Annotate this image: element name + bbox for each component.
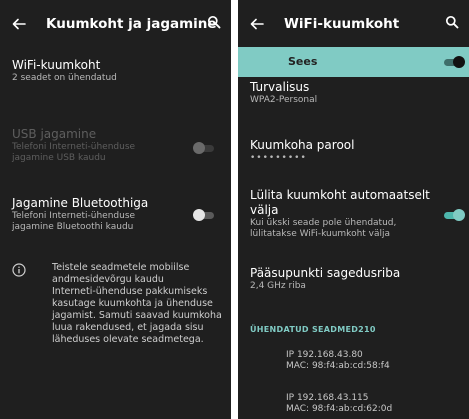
master-switch-thumb — [453, 56, 465, 68]
security-value: WPA2-Personal — [250, 95, 318, 105]
info-line: jagamist. Samuti saavad kuumkoha — [52, 310, 222, 321]
hotspot-password-item[interactable]: Kuumkoha parool ••••••••• — [238, 138, 469, 164]
bluetooth-tethering-subtitle-line-1: Telefoni Interneti-ühenduse — [12, 211, 136, 221]
wifi-hotspot-subtitle: 2 seadet on ühendatud — [12, 73, 117, 83]
security-title: Turvalisus — [250, 80, 310, 94]
bluetooth-tethering-title: Jagamine Bluetoothiga — [12, 196, 149, 210]
search-icon[interactable] — [207, 14, 225, 32]
wifi-hotspot-screen: WiFi-kuumkoht Sees Turvalisus WPA2-Perso… — [238, 0, 469, 419]
bluetooth-tethering-switch[interactable] — [193, 209, 215, 221]
page-title: Kuumkoht ja jagamine — [46, 15, 217, 32]
usb-tethering-subtitle-line-1: Telefoni Interneti-ühenduse — [12, 142, 136, 152]
usb-tethering-item: USB jagamine Telefoni Interneti-ühenduse… — [0, 127, 231, 164]
frequency-band-value: 2,4 GHz riba — [250, 281, 306, 291]
back-arrow-icon[interactable] — [10, 15, 28, 33]
auto-off-item[interactable]: Lülita kuumkoht automaatselt välja Kui ü… — [238, 188, 469, 240]
screens-container: Kuumkoht ja jagamine WiFi-kuumkoht 2 sea… — [0, 0, 469, 419]
info-icon — [12, 262, 26, 277]
frequency-band-item[interactable]: Pääsupunkti sagedusriba 2,4 GHz riba — [238, 266, 469, 292]
bluetooth-tethering-subtitle-line-2: jagamine Bluetoothi kaudu — [12, 222, 134, 232]
usb-tethering-title: USB jagamine — [12, 127, 97, 141]
page-title: WiFi-kuumkoht — [284, 15, 400, 32]
device-ip: IP 192.168.43.115 — [286, 393, 369, 403]
auto-off-switch-thumb — [453, 209, 465, 221]
back-arrow-icon[interactable] — [248, 15, 266, 33]
security-item[interactable]: Turvalisus WPA2-Personal — [238, 80, 469, 106]
hotspot-master-switch[interactable] — [443, 56, 465, 68]
info-line: läheduses olevate seadmetega. — [52, 334, 204, 345]
app-bar: Kuumkoht ja jagamine — [0, 0, 231, 47]
hotspot-password-value: ••••••••• — [250, 153, 307, 163]
hotspot-info-text: Teistele seadmetele mobiilse andmesidevõ… — [52, 262, 227, 346]
usb-tethering-switch — [193, 142, 215, 154]
auto-off-title-line-1: Lülita kuumkoht automaatselt — [250, 188, 430, 202]
device-mac: MAC: 98:f4:ab:cd:62:0d — [286, 404, 393, 414]
connected-device: IP 192.168.43.80 MAC: 98:f4:ab:cd:58:f4 — [286, 350, 390, 372]
wifi-hotspot-item[interactable]: WiFi-kuumkoht 2 seadet on ühendatud — [0, 58, 231, 84]
usb-tethering-subtitle-line-2: jagamine USB kaudu — [12, 153, 106, 163]
hotspot-password-title: Kuumkoha parool — [250, 138, 355, 152]
hotspot-and-tethering-screen: Kuumkoht ja jagamine WiFi-kuumkoht 2 sea… — [0, 0, 231, 419]
info-line: andmesidevõrgu kaudu — [52, 274, 164, 285]
auto-off-switch[interactable] — [443, 209, 465, 221]
info-line: luua rakendused, et jagada sisu — [52, 322, 204, 333]
device-ip: IP 192.168.43.80 — [286, 350, 363, 360]
auto-off-title-line-2: välja — [250, 203, 279, 217]
info-line: Teistele seadmetele mobiilse — [52, 262, 190, 273]
connected-device: IP 192.168.43.115 MAC: 98:f4:ab:cd:62:0d — [286, 393, 392, 415]
auto-off-subtitle-line-1: Kui ükski seade pole ühendatud, — [250, 218, 397, 228]
bluetooth-tethering-item[interactable]: Jagamine Bluetoothiga Telefoni Interneti… — [0, 196, 231, 233]
auto-off-subtitle-line-2: lülitatakse WiFi-kuumkoht välja — [250, 229, 391, 239]
bluetooth-switch-thumb — [193, 209, 205, 221]
connected-devices-header: ÜHENDATUD SEADMED210 — [250, 325, 376, 334]
device-mac: MAC: 98:f4:ab:cd:58:f4 — [286, 361, 390, 371]
hotspot-master-toggle-bar[interactable]: Sees — [238, 47, 469, 77]
info-line: kasutage kuumkohta ja ühenduse — [52, 298, 213, 309]
info-line: Interneti-ühenduse pakkumiseks — [52, 286, 208, 297]
search-icon[interactable] — [445, 14, 463, 32]
app-bar: WiFi-kuumkoht — [238, 0, 469, 47]
wifi-hotspot-title: WiFi-kuumkoht — [12, 58, 101, 72]
usb-switch-thumb — [193, 142, 205, 154]
frequency-band-title: Pääsupunkti sagedusriba — [250, 266, 401, 280]
hotspot-master-label: Sees — [288, 55, 318, 68]
